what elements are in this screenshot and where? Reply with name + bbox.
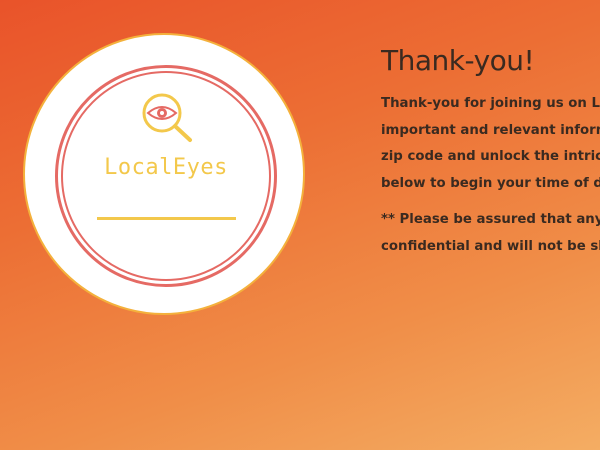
thank-you-content: Thank-you! Thank-you for joining us on L… [381,44,600,260]
notice-line: ** Please be assured that any i [381,212,600,227]
message-line: below to begin your time of di [381,175,600,191]
logo-underline [97,217,236,220]
thank-you-message: Thank-you for joining us on Lo important… [381,91,600,197]
message-line: important and relevant inform [381,122,600,138]
page-title: Thank-you! [381,44,535,77]
logo-name: LocalEyes [104,155,228,180]
notice-line: confidential and will not be sh [381,238,600,254]
privacy-notice: ** Please be assured that any i confiden… [381,207,600,260]
logo-badge: LocalEyes [23,33,305,315]
message-line: Thank-you for joining us on Lo [381,96,600,111]
eye-magnifier-icon [142,93,192,142]
message-line: zip code and unlock the intrica [381,149,600,164]
